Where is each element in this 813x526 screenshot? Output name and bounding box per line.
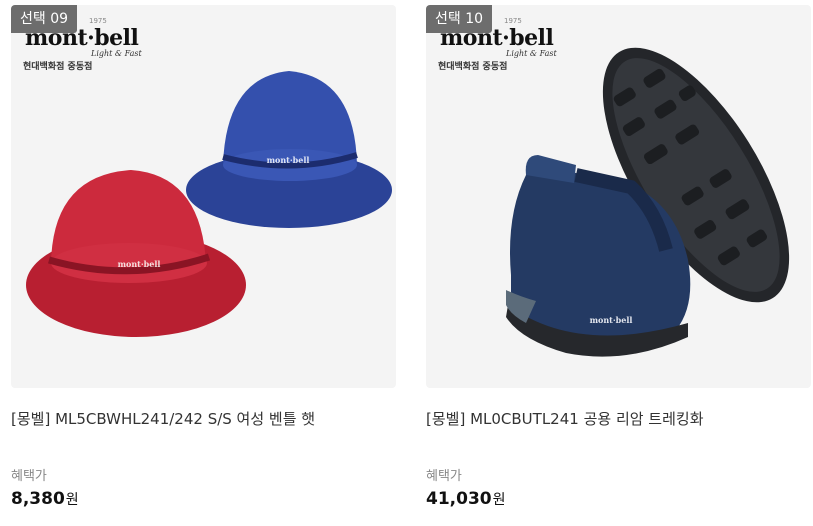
benefit-price-label: 혜택가 — [426, 469, 462, 484]
price-currency: 원 — [492, 492, 506, 508]
logo-store: 현대백화점 중동점 — [23, 62, 93, 72]
logo-store: 현대백화점 중동점 — [438, 62, 508, 72]
svg-text:mont·bell: mont·bell — [118, 259, 161, 269]
price-currency: 원 — [65, 492, 79, 508]
logo-est: 1975 — [89, 17, 107, 25]
product-name[interactable]: [몽벨] ML5CBWHL241/242 S/S 여성 벤틀 햇 — [11, 408, 315, 429]
svg-text:mont·bell: mont·bell — [267, 155, 310, 165]
selection-badge: 선택 10 — [426, 5, 493, 33]
product-image[interactable]: mont·bell mont·bell 1975 mont·bell Light… — [11, 5, 396, 388]
logo-est: 1975 — [504, 17, 522, 25]
product-name[interactable]: [몽벨] ML0CBUTL241 공용 리암 트레킹화 — [426, 408, 704, 429]
product-card[interactable]: mont·bell 1975 mont·bell Light & Fast 현대… — [426, 5, 811, 526]
selection-badge: 선택 09 — [11, 5, 78, 33]
price-value: 8,380 — [11, 489, 65, 509]
benefit-price-label: 혜택가 — [11, 469, 47, 484]
product-price: 41,030원 — [426, 489, 506, 509]
price-value: 41,030 — [426, 489, 492, 509]
svg-text:mont·bell: mont·bell — [590, 315, 633, 325]
product-image[interactable]: mont·bell 1975 mont·bell Light & Fast 현대… — [426, 5, 811, 388]
logo-tagline: Light & Fast — [506, 49, 557, 58]
product-card[interactable]: mont·bell mont·bell 1975 mont·bell Light… — [11, 5, 396, 526]
product-price: 8,380원 — [11, 489, 79, 509]
logo-tagline: Light & Fast — [91, 49, 142, 58]
